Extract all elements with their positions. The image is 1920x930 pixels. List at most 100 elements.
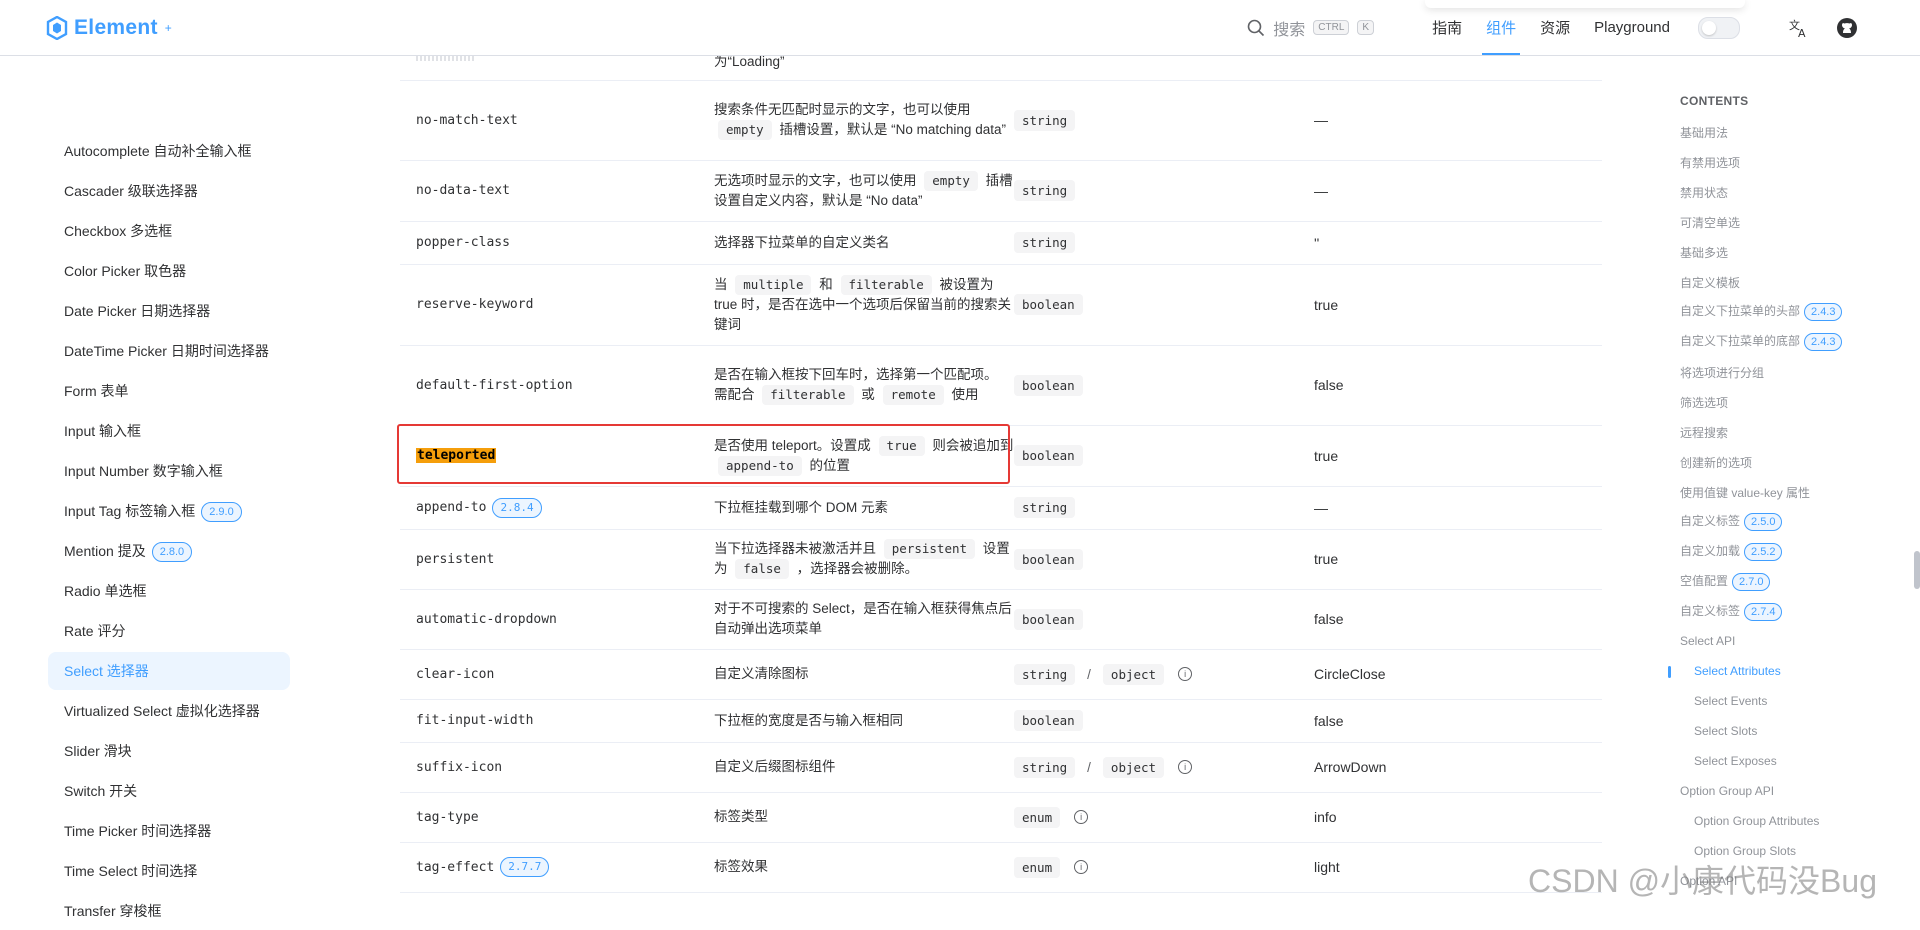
- sidebar-item-mention[interactable]: Mention 提及 2.8.0: [48, 532, 290, 570]
- toc-item[interactable]: 自定义下拉菜单的头部 2.4.3: [1680, 302, 1843, 321]
- attr-default: CircleClose: [1314, 666, 1386, 682]
- attr-name-cell: append-to 2.8.4: [416, 486, 706, 529]
- sidebar-item-datetime-picker[interactable]: DateTime Picker 日期时间选择器: [48, 332, 290, 370]
- toc-item[interactable]: 有禁用选项: [1680, 154, 1740, 171]
- sidebar-nav: Autocomplete 自动补全输入框 Cascader 级联选择器 Chec…: [0, 56, 300, 919]
- toc-item[interactable]: Option Group Attributes: [1694, 814, 1819, 828]
- info-icon[interactable]: i: [1074, 860, 1089, 874]
- toc-item[interactable]: Select Slots: [1694, 724, 1757, 738]
- sidebar-item-autocomplete[interactable]: Autocomplete 自动补全输入框: [48, 132, 290, 170]
- table-row: popper-class 选择器下拉菜单的自定义类名 string '': [400, 221, 1602, 265]
- toc-item[interactable]: Select API: [1680, 634, 1735, 648]
- toc-item[interactable]: 自定义标签 2.7.4: [1680, 602, 1783, 621]
- search-label: 搜索: [1273, 21, 1306, 39]
- sidebar-item-cascader[interactable]: Cascader 级联选择器: [48, 172, 290, 210]
- sidebar-item-transfer[interactable]: Transfer 穿梭框: [48, 892, 290, 930]
- search-button[interactable]: 搜索 CTRL K: [1247, 16, 1375, 40]
- sidebar-item-input-tag[interactable]: Input Tag 标签输入框 2.9.0: [48, 492, 290, 530]
- version-badge: 2.9.0: [201, 502, 242, 523]
- toc-item[interactable]: 自定义下拉菜单的底部 2.4.3: [1680, 332, 1843, 351]
- attr-type: boolean: [1014, 264, 1314, 345]
- toc-item[interactable]: Select Events: [1694, 694, 1767, 708]
- table-row: automatic-dropdown 对于不可搜索的 Select，是否在输入框…: [400, 589, 1602, 650]
- desc-text: 下拉框的宽度是否与输入框相同: [714, 712, 903, 728]
- toc-item[interactable]: 自定义标签 2.5.0: [1680, 512, 1783, 531]
- sidebar-item-checkbox[interactable]: Checkbox 多选框: [48, 212, 290, 250]
- sidebar-item-virtualized-select[interactable]: Virtualized Select 虚拟化选择器: [48, 692, 290, 730]
- toc-item[interactable]: 创建新的选项: [1680, 454, 1752, 471]
- sidebar-item-select[interactable]: Select 选择器: [48, 652, 290, 690]
- sidebar-item-time-select[interactable]: Time Select 时间选择: [48, 852, 290, 890]
- type-tag: string: [1014, 180, 1076, 201]
- type-tag: string: [1014, 663, 1076, 685]
- sidebar-item-radio[interactable]: Radio 单选框: [48, 572, 290, 610]
- sidebar-item-slider[interactable]: Slider 滑块: [48, 732, 290, 770]
- nav-component[interactable]: 组件: [1474, 0, 1528, 55]
- toc-item[interactable]: 基础多选: [1680, 244, 1728, 261]
- desc-text: 自定义后缀图标组件: [714, 759, 836, 774]
- toc-item[interactable]: Option Group API: [1680, 784, 1774, 798]
- info-icon[interactable]: i: [1178, 667, 1193, 681]
- toc-item[interactable]: 自定义加载 2.5.2: [1680, 542, 1783, 561]
- attr-name: no-match-text: [416, 112, 518, 128]
- attr-desc: 下拉框的宽度是否与输入框相同: [714, 699, 1014, 742]
- sidebar-item-label: Checkbox 多选框: [64, 223, 173, 239]
- desc-text: 标签效果: [714, 859, 768, 874]
- toc-item[interactable]: 使用值键 value-key 属性: [1680, 484, 1810, 501]
- attr-name: tag-type: [416, 809, 479, 825]
- sidebar-item-label: Slider 滑块: [64, 743, 132, 759]
- toc-item-active[interactable]: Select Attributes: [1694, 664, 1781, 678]
- toc-item[interactable]: 禁用状态: [1680, 184, 1728, 201]
- table-row: fit-input-width 下拉框的宽度是否与输入框相同 boolean f…: [400, 699, 1602, 743]
- page-scrollbar-thumb[interactable]: [1914, 551, 1920, 589]
- nav-playground[interactable]: Playground: [1582, 0, 1682, 55]
- version-badge: 2.7.7: [500, 857, 550, 877]
- toc-item[interactable]: 可清空单选: [1680, 214, 1740, 231]
- nav-resource[interactable]: 资源: [1528, 0, 1582, 55]
- attr-desc: 下拉框挂载到哪个 DOM 元素: [714, 486, 1014, 529]
- version-badge: 2.5.2: [1744, 542, 1783, 561]
- logo-text: Element: [74, 16, 158, 39]
- theme-toggle[interactable]: [1698, 16, 1740, 39]
- toc-item[interactable]: 空值配置 2.7.0: [1680, 572, 1771, 591]
- desc-code: remote: [882, 385, 944, 405]
- toc-item[interactable]: 筛选选项: [1680, 394, 1728, 411]
- sidebar-item-date-picker[interactable]: Date Picker 日期选择器: [48, 292, 290, 330]
- attr-type: enum i: [1014, 792, 1314, 842]
- nav-guide[interactable]: 指南: [1420, 0, 1474, 55]
- sidebar-item-switch[interactable]: Switch 开关: [48, 772, 290, 810]
- desc-code: append-to: [718, 455, 802, 476]
- toc-item[interactable]: 将选项进行分组: [1680, 364, 1764, 381]
- element-logo[interactable]: Element +: [46, 14, 172, 42]
- toc-item-label: 空值配置: [1680, 574, 1729, 588]
- attr-desc: 是否使用 teleport。设置成 true 则会被追加到 append-to …: [714, 425, 1014, 486]
- version-badge: 2.4.3: [1804, 332, 1843, 351]
- toc-item[interactable]: 自定义模板: [1680, 274, 1740, 291]
- attr-name: append-to: [416, 500, 487, 515]
- attr-default: ArrowDown: [1314, 759, 1387, 775]
- attr-name-cell: tag-effect 2.7.7: [416, 842, 706, 892]
- sidebar-item-time-picker[interactable]: Time Picker 时间选择器: [48, 812, 290, 850]
- attr-name: fit-input-width: [416, 713, 534, 728]
- desc-text: 或: [861, 387, 875, 402]
- toc-item[interactable]: 基础用法: [1680, 124, 1728, 141]
- info-icon[interactable]: i: [1074, 810, 1089, 824]
- info-icon[interactable]: i: [1178, 760, 1193, 774]
- type-tag: string: [1014, 109, 1076, 131]
- attr-desc: 对于不可搜索的 Select，是否在输入框获得焦点后自动弹出选项菜单: [714, 589, 1014, 649]
- github-icon[interactable]: [1834, 15, 1860, 41]
- toc-item[interactable]: 远程搜索: [1680, 424, 1728, 441]
- attr-type: boolean: [1014, 529, 1314, 589]
- sidebar-item-form[interactable]: Form 表单: [48, 372, 290, 410]
- attr-default: —: [1314, 182, 1328, 199]
- attr-type: boolean: [1014, 425, 1314, 486]
- sidebar-item-rate[interactable]: Rate 评分: [48, 612, 290, 650]
- desc-text: ，选择器会被删除。: [796, 561, 919, 576]
- sidebar-item-input-number[interactable]: Input Number 数字输入框: [48, 452, 290, 490]
- sidebar-item-color-picker[interactable]: Color Picker 取色器: [48, 252, 290, 290]
- sidebar-item-input[interactable]: Input 输入框: [48, 412, 290, 450]
- translate-icon[interactable]: 文A: [1786, 15, 1812, 41]
- type-tag: boolean: [1014, 710, 1083, 731]
- desc-text: 当: [714, 276, 728, 292]
- toc-item[interactable]: Select Exposes: [1694, 754, 1777, 768]
